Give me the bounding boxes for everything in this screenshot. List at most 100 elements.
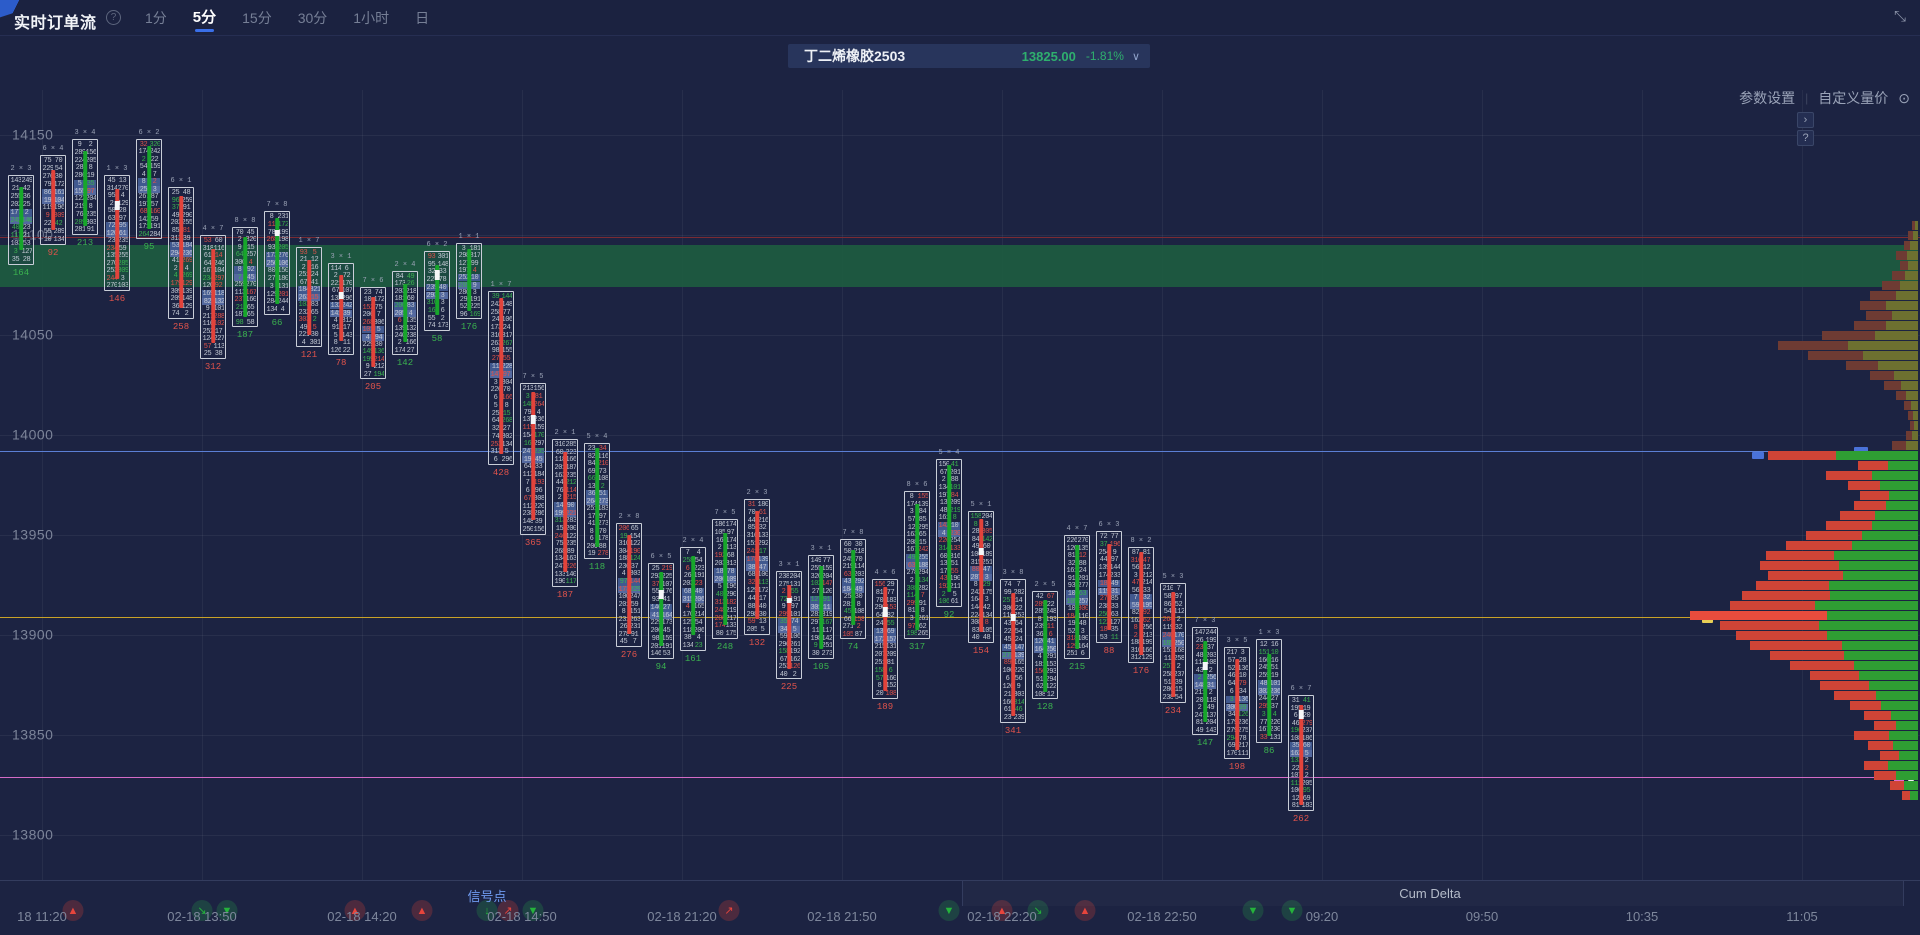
signal-marker-red-up[interactable]: ▲ [412,900,433,921]
orderflow-chart[interactable]: 1415014100140501400013950139001385013800… [0,37,1920,935]
tab-1小时[interactable]: 1小时 [353,0,389,36]
tab-5分[interactable]: 5分 [193,0,216,36]
collapse-icon[interactable]: ⤡ [1894,8,1906,25]
profile-sell-bar [1850,701,1881,710]
ask-volume: 304 [502,379,512,387]
ask-volume: 97 [502,371,512,379]
bid-volume: 190 [555,578,565,586]
ask-volume: 137 [1206,712,1216,720]
ask-volume: 77 [1110,533,1120,541]
volume-profile-row [1766,551,1918,560]
ask-volume: 249 [22,177,32,185]
ask-volume: 87 [854,631,864,638]
ask-volume: 288 [214,313,224,321]
ask-volume: 4 [694,634,704,642]
ask-volume: 22 [150,156,160,163]
ask-volume: 97 [790,603,800,611]
ask-volume: 294 [918,569,928,577]
ask-volume: 74 [790,618,800,626]
candle-delta-label: 147 [1197,738,1213,748]
ask-volume: 267 [502,340,512,348]
ask-volume: 56 [1014,675,1024,683]
body-open-segment [1011,614,1016,621]
ask-volume: 174 [726,537,736,545]
expand-panel-button[interactable]: › [1797,112,1814,128]
ask-volume: 77 [822,557,832,565]
ask-volume: 41 [1302,697,1312,705]
ask-volume: 30 [854,541,864,548]
ask-volume: 209 [950,499,960,507]
bid-ask-row: 5913 [746,618,768,626]
chevron-down-icon[interactable]: ∨ [1132,50,1140,63]
signal-marker-green-down[interactable]: ▼ [939,900,960,921]
ask-volume: 62 [918,623,928,631]
ask-volume: 173 [662,619,672,627]
ask-volume: 91 [182,204,192,212]
bid-volume: 134 [267,306,277,314]
eye-icon[interactable]: ⊙ [1898,90,1910,107]
ask-volume: 277 [1078,582,1088,590]
profile-sell-bar [1904,401,1911,410]
tab-日[interactable]: 日 [415,0,429,36]
ask-volume: 201 [278,291,288,299]
ask-volume: 180 [758,501,768,509]
ask-volume: 320 [246,236,256,243]
body-open-segment [883,607,888,617]
candle-box: 5360318116611464246167104234297120921691… [200,235,226,359]
candle-summary-label: 2 × 4 [394,261,415,269]
ask-volume: 290 [726,591,736,599]
candle-delta-label: 132 [749,638,765,648]
bid-volume: 2 [939,591,949,599]
ask-volume: 63 [1078,590,1088,598]
ask-volume: 251 [822,642,832,650]
ask-volume: 24 [310,271,320,278]
ask-volume: 36 [22,193,32,201]
ask-volume: 136 [374,348,384,355]
candle-summary-label: 1 × 1 [458,233,479,241]
ask-volume: 210 [598,460,608,468]
volume-profile-row [1730,601,1918,610]
ask-volume: 62 [1142,617,1152,625]
bid-ask-row: 3528 [10,256,32,264]
ask-volume: 163 [566,555,576,563]
bid-ask-row: 20665 [618,525,640,533]
ask-volume: 32 [758,524,768,532]
ask-volume: 242 [918,546,928,554]
candle-summary-label: 7 × 5 [522,373,543,381]
bid-ask-row: 5360 [202,237,224,245]
help-icon[interactable]: ? [106,10,121,25]
ask-volume: 235 [566,540,576,548]
tab-15分[interactable]: 15分 [242,0,272,36]
tab-1分[interactable]: 1分 [145,0,167,36]
ask-volume: 196 [1110,541,1120,549]
ask-volume: 270 [118,185,128,193]
ask-volume: 27 [502,425,512,433]
ask-volume: 5 [758,626,768,634]
bid-volume: 96 [459,311,469,318]
custom-volprice-button[interactable]: 自定义量价 [1818,88,1888,108]
bid-volume: 217 [1227,649,1237,657]
profile-sell-bar [1890,781,1904,790]
ask-volume: 183 [598,505,608,513]
ask-volume: 129 [182,303,192,311]
symbol-header[interactable]: 丁二烯橡胶2503 13825.00 -1.81% ∨ [788,44,1150,68]
ask-volume: 156 [534,526,544,534]
ask-volume: 37 [630,563,640,571]
tab-30分[interactable]: 30分 [298,0,328,36]
panel-help-button[interactable]: ? [1797,130,1814,146]
param-settings-button[interactable]: 参数设置 [1739,88,1795,108]
signal-marker-red-swing[interactable]: ↗ [719,900,740,921]
delta-bar [1203,641,1207,721]
ask-volume: 230 [1270,726,1280,734]
delta-bar [595,448,599,546]
ask-volume: 3 [118,275,128,283]
profile-sell-bar [1892,441,1906,450]
ask-volume: 167 [822,619,832,627]
ask-volume: 54 [1174,694,1184,702]
ask-volume: 184 [534,471,544,479]
ask-volume: 133 [758,532,768,540]
volume-profile-row [1834,691,1918,700]
ask-volume: 139 [182,288,192,296]
ask-volume: 7 [630,638,640,646]
ask-volume: 37 [1206,644,1216,652]
